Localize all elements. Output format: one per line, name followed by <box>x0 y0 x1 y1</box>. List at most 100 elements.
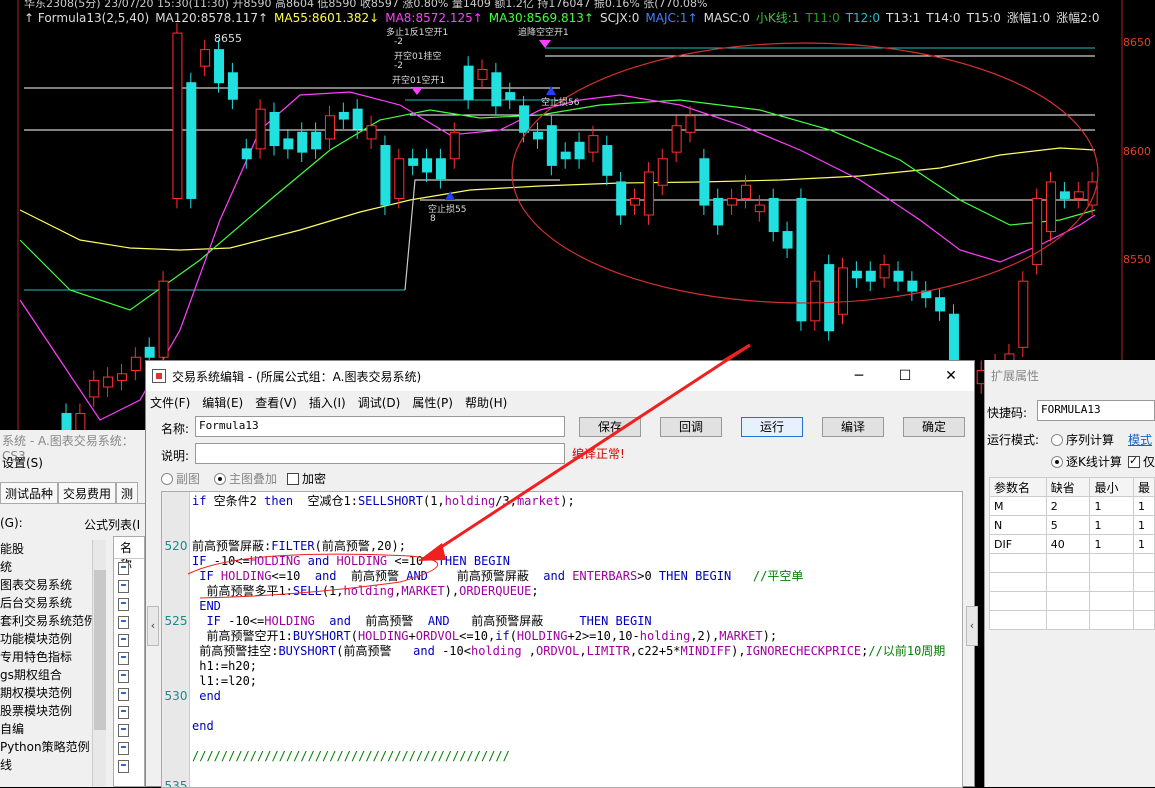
tree-item[interactable]: 能股 <box>0 540 106 558</box>
collapse-left-arrow[interactable]: ‹ <box>147 606 159 646</box>
param-cell-name[interactable]: M <box>989 496 1047 516</box>
menu-help[interactable]: 帮助(H) <box>465 394 507 411</box>
tree-item[interactable]: 自编 <box>0 720 106 738</box>
candle-body <box>532 131 543 140</box>
tab-more[interactable]: 测 <box>116 482 139 503</box>
menu-view[interactable]: 查看(V) <box>255 394 297 411</box>
formula-file-row[interactable] <box>114 757 144 775</box>
param-row[interactable]: N511 <box>989 515 1155 535</box>
mode-tick-option[interactable]: 逐K线计算 <box>1051 453 1122 470</box>
code-line[interactable]: END <box>192 599 221 614</box>
menu-debug[interactable]: 调试(D) <box>358 394 401 411</box>
code-editor[interactable]: 520 525 530 535 if 空条件2 then 空减仓1:SELLSHORT… <box>161 491 963 788</box>
formula-file-icon <box>118 561 129 575</box>
formula-file-row[interactable] <box>114 649 144 667</box>
mode-help-link[interactable]: 模式 <box>1128 431 1152 448</box>
formula-name-list[interactable]: 名称 <box>113 536 145 787</box>
formula-file-row[interactable] <box>114 703 144 721</box>
close-button[interactable]: ✕ <box>928 361 974 391</box>
menu-insert[interactable]: 插入(I) <box>309 394 346 411</box>
tree-item[interactable]: 专用特色指标 <box>0 648 106 666</box>
param-cell-name[interactable]: N <box>989 515 1047 535</box>
menu-edit[interactable]: 编辑(E) <box>202 394 243 411</box>
backtest-button[interactable]: 回调 <box>660 417 722 437</box>
main-overlay-option[interactable]: 主图叠加 <box>214 470 277 487</box>
param-cell-min[interactable]: 1 <box>1089 515 1134 535</box>
param-row[interactable]: M211 <box>989 496 1155 516</box>
only-option[interactable]: 仅 <box>1128 453 1155 470</box>
menu-property[interactable]: 属性(P) <box>412 394 453 411</box>
formula-file-row[interactable] <box>114 595 144 613</box>
code-line[interactable]: 前高预警空开1:BUYSHORT(HOLDING+ORDVOL<=10,if(H… <box>192 629 777 644</box>
tree-item[interactable]: 图表交易系统 <box>0 576 106 594</box>
formula-file-row[interactable] <box>114 739 144 757</box>
tree-item[interactable]: 期权模块范例 <box>0 684 106 702</box>
formula-file-icon <box>118 579 129 593</box>
mode-sequence-radio[interactable] <box>1051 434 1063 446</box>
encrypt-checkbox[interactable] <box>287 473 299 485</box>
sub-chart-option[interactable]: 副图 <box>161 470 200 487</box>
param-cell-max[interactable]: 1 <box>1132 496 1155 516</box>
tab-trade-fee[interactable]: 交易费用 <box>58 482 117 503</box>
tree-item[interactable]: 套利交易系统范例 <box>0 612 106 630</box>
param-cell-def[interactable]: 40 <box>1045 534 1091 554</box>
tree-scrollbar[interactable] <box>92 540 106 787</box>
formula-group-tree[interactable]: 能股统图表交易系统 后台交易系统 套利交易系统范例 功能模块范例 专用特色指标 gs期权组… <box>0 540 106 774</box>
compile-button[interactable]: 编译 <box>822 417 884 437</box>
left-panel-menu[interactable]: 设置(S) <box>0 452 45 472</box>
param-cell-name[interactable]: DIF <box>989 534 1047 554</box>
shortcut-input[interactable]: FORMULA13 <box>1037 400 1155 421</box>
code-line[interactable]: l1:=l20; <box>192 674 257 689</box>
main-overlay-radio[interactable] <box>214 473 226 485</box>
formula-file-row[interactable] <box>114 721 144 739</box>
code-line[interactable]: 前高预警多平1:SELL(1,holding,MARKET),ORDERQUEU… <box>192 584 538 599</box>
param-cell-max[interactable]: 1 <box>1132 515 1155 535</box>
code-line[interactable]: 前高预警屏蔽:FILTER(前高预警,20); <box>192 539 406 554</box>
name-input[interactable]: Formula13 <box>195 416 565 437</box>
param-cell-def[interactable]: 2 <box>1045 496 1091 516</box>
minimize-button[interactable]: ─ <box>836 361 882 391</box>
tree-item[interactable]: 线 <box>0 756 106 774</box>
tree-item[interactable]: gs期权组合 <box>0 666 106 684</box>
param-table[interactable]: 参数名 缺省 最小 最 M 2 1 1 N 5 1 1 DIF 40 1 1 <box>989 477 1155 630</box>
maximize-button[interactable]: ☐ <box>882 361 928 391</box>
ok-button[interactable]: 确定 <box>903 417 965 437</box>
tree-item[interactable]: Python策略范例 <box>0 738 106 756</box>
candle-body <box>505 92 516 100</box>
only-checkbox[interactable] <box>1128 454 1140 468</box>
param-row[interactable]: DIF 40 1 1 <box>989 534 1155 554</box>
code-line[interactable]: IF HOLDING<=10 and 前高预警 AND 前高预警屏蔽 and E… <box>192 569 803 584</box>
param-cell-min[interactable]: 1 <box>1089 534 1134 554</box>
sub-chart-radio[interactable] <box>161 473 173 485</box>
code-line[interactable]: ////////////////////////////////////////… <box>192 749 510 764</box>
code-line[interactable]: IF -10<=HOLDING and HOLDING <=10 THEN BE… <box>192 554 510 569</box>
tab-test-symbol[interactable]: 测试品种 <box>0 482 59 503</box>
code-line[interactable]: if 空条件2 then 空减仓1:SELLSHORT(1,holding/3,… <box>192 494 575 509</box>
mode-sequence-option[interactable]: 序列计算 <box>1051 431 1114 448</box>
tree-item[interactable]: 后台交易系统 <box>0 594 106 612</box>
formula-file-row[interactable] <box>114 613 144 631</box>
mode-tick-radio[interactable] <box>1051 456 1063 468</box>
tree-item[interactable]: 功能模块范例 <box>0 630 106 648</box>
tree-item[interactable]: 统 <box>0 558 106 576</box>
description-input[interactable] <box>195 443 565 464</box>
code-line[interactable]: h1:=h20; <box>192 659 257 674</box>
code-line[interactable]: end <box>192 689 221 704</box>
save-button[interactable]: 保存 <box>579 417 641 437</box>
encrypt-option[interactable]: 加密 <box>287 470 326 487</box>
run-button[interactable]: 运行 <box>741 417 803 437</box>
param-cell-min[interactable]: 1 <box>1089 496 1134 516</box>
code-line[interactable]: IF -10<=HOLDING and 前高预警 AND 前高预警屏蔽 THEN… <box>192 614 651 629</box>
menu-file[interactable]: 文件(F) <box>150 394 190 411</box>
formula-file-row[interactable] <box>114 577 144 595</box>
collapse-right-arrow[interactable]: ‹ <box>966 606 978 646</box>
tree-item[interactable]: 股票模块范例 <box>0 702 106 720</box>
param-cell-max[interactable]: 1 <box>1132 534 1155 554</box>
formula-file-row[interactable] <box>114 631 144 649</box>
param-cell-def[interactable]: 5 <box>1045 515 1091 535</box>
code-line[interactable]: end <box>192 719 214 734</box>
formula-file-row[interactable] <box>114 667 144 685</box>
code-line[interactable]: 前高预警挂空:BUYSHORT(前高预警 and -10<holding ,OR… <box>192 644 945 659</box>
formula-file-row[interactable] <box>114 685 144 703</box>
quote-summary-line: 华东2308(5分) 23/07/20 15:30(11:30) 开8590 高… <box>24 0 708 10</box>
